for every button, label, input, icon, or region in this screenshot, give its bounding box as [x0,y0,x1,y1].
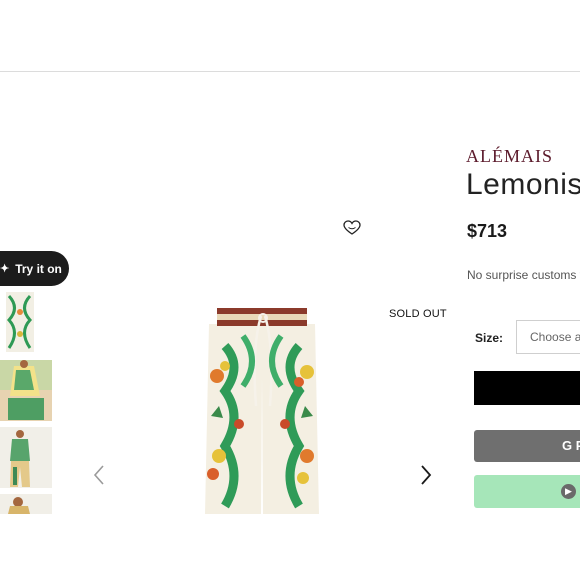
customs-note: No surprise customs fe [467,268,580,282]
next-image-arrow-icon[interactable] [418,464,434,486]
thumbnail-4[interactable] [0,494,52,514]
product-title: Lemonis [466,168,580,201]
site-header [0,0,580,72]
sparkle-icon: ✦ [0,263,10,275]
thumbnail-2[interactable] [0,360,52,421]
play-circle-icon: ▶ [561,484,576,499]
main-product-image [203,306,321,514]
thumbnail-1-image [0,290,52,354]
size-label: Size: [475,331,504,345]
previous-image-arrow-icon[interactable] [91,464,107,486]
sold-out-badge: SOLD OUT [389,308,447,320]
printed-pants-image [203,306,321,514]
google-pay-label: G P [562,438,580,453]
size-select-placeholder: Choose ar [530,330,580,344]
express-pay-button[interactable]: ▶ [474,475,580,508]
product-price: $713 [467,221,508,241]
thumbnail-3[interactable] [0,427,52,488]
google-pay-button[interactable]: G P [474,430,580,462]
try-it-on-label: Try it on [15,261,62,276]
wishlist-heart-icon[interactable] [343,220,361,236]
try-it-on-button[interactable]: ✦ Try it on [0,251,69,286]
thumbnail-2-image [0,360,52,421]
thumbnail-strip [0,290,53,514]
brand-name[interactable]: ALÉMAIS [466,146,553,167]
thumbnail-1[interactable] [0,290,52,354]
size-select[interactable]: Choose ar [516,320,580,354]
thumbnail-3-image [0,427,52,488]
add-to-bag-button[interactable] [474,371,580,405]
thumbnail-4-image [0,494,52,514]
